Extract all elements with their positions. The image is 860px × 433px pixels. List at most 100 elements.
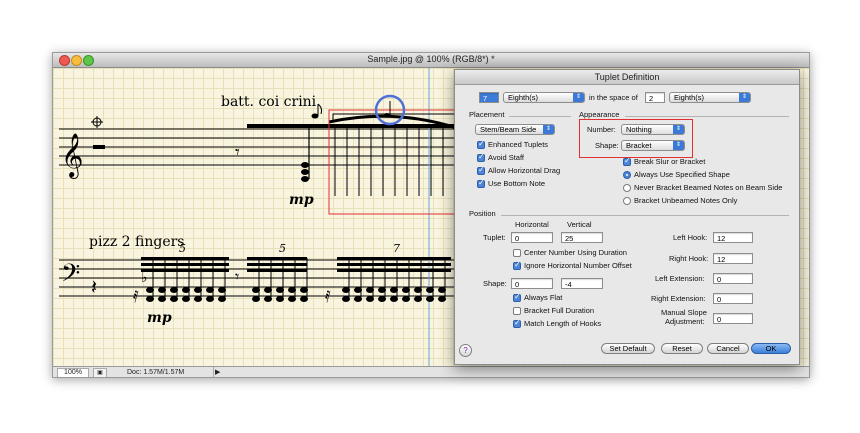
- shape-value: Bracket: [626, 141, 652, 150]
- popup-arrow-icon: ⇕: [573, 93, 584, 102]
- status-bar: 100% ▣ Doc: 1.57M/1.57M ▶: [53, 366, 809, 377]
- dialog-title: Tuplet Definition: [455, 70, 799, 85]
- preview-icon[interactable]: ▣: [93, 368, 107, 377]
- flat-icon: ♭: [141, 270, 148, 286]
- dynamic-mp-2: mp: [147, 310, 172, 326]
- tuplet-unit-value: Eighth(s): [508, 93, 539, 102]
- tuplet-vertical-field[interactable]: 25: [561, 232, 603, 243]
- tuplet-note: [384, 101, 391, 117]
- placement-value: Stem/Beam Side: [480, 125, 537, 134]
- treble-clef-icon: 𝄞: [61, 133, 83, 179]
- score-text-batt: batt. coi crini: [221, 94, 317, 110]
- shape-popup[interactable]: Bracket ⇕: [621, 140, 685, 151]
- status-separator: [213, 367, 214, 377]
- break-slur-checkbox[interactable]: [623, 156, 631, 166]
- match-length-label: Match Length of Hooks: [524, 319, 602, 328]
- status-menu-arrow-icon[interactable]: ▶: [215, 368, 220, 377]
- enhanced-tuplets-label: Enhanced Tuplets: [488, 140, 549, 149]
- vertical-heading: Vertical: [567, 220, 592, 229]
- bracket-full-label: Bracket Full Duration: [524, 306, 595, 315]
- always-use-label: Always Use Specified Shape: [634, 170, 730, 179]
- zoom-field[interactable]: 100%: [57, 368, 89, 377]
- dynamic-mp-1: mp: [289, 192, 314, 208]
- shape-vertical-field[interactable]: -4: [561, 278, 603, 289]
- tuplet-count-field[interactable]: 7: [479, 92, 499, 103]
- right-hook-field[interactable]: 12: [713, 253, 753, 264]
- bass-clef-icon: 𝄢: [61, 259, 80, 294]
- right-hook-label: Right Hook:: [669, 254, 709, 263]
- manual-slope-label-2: Adjustment:: [665, 317, 705, 326]
- placement-popup[interactable]: Stem/Beam Side ⇕: [475, 124, 555, 135]
- eighth-rest-icon: 𝄾: [235, 142, 240, 163]
- use-bottom-note-label: Use Bottom Note: [488, 179, 546, 188]
- placement-heading: Placement: [469, 110, 505, 119]
- shape-horizontal-field[interactable]: 0: [511, 278, 553, 289]
- bracket-unbeamed-label: Bracket Unbeamed Notes Only: [634, 196, 738, 205]
- space-label: in the space of: [589, 93, 638, 102]
- manual-slope-field[interactable]: 0: [713, 313, 753, 324]
- whole-rest: [93, 145, 105, 149]
- appearance-rule: [625, 116, 789, 117]
- match-length-checkbox[interactable]: [513, 318, 521, 328]
- ok-button[interactable]: OK: [751, 343, 791, 354]
- enhanced-tuplets-checkbox[interactable]: [477, 139, 485, 149]
- bracket-unbeamed-radio[interactable]: [623, 197, 631, 205]
- window-titlebar[interactable]: Sample.jpg @ 100% (RGB/8*) *: [53, 53, 809, 68]
- tuplet-number-5b: 5: [279, 242, 286, 255]
- avoid-staff-checkbox[interactable]: [477, 152, 485, 162]
- right-extension-field[interactable]: 0: [713, 293, 753, 304]
- sixteenth-rest-icon-2: 𝅀: [325, 287, 331, 306]
- popup-arrow-icon: ⇕: [673, 125, 684, 134]
- tuplet-definition-dialog: Tuplet Definition 7 Eighth(s) ⇕ in the sp…: [454, 69, 800, 365]
- score-text-pizz: pizz 2 fingers: [89, 234, 184, 250]
- avoid-staff-label: Avoid Staff: [488, 153, 524, 162]
- treble-staff: [59, 128, 461, 166]
- ignore-offset-checkbox[interactable]: [513, 260, 521, 270]
- popup-arrow-icon: ⇕: [739, 93, 750, 102]
- window-title: Sample.jpg @ 100% (RGB/8*) *: [367, 54, 495, 64]
- popup-arrow-icon: ⇕: [543, 125, 554, 134]
- allow-drag-checkbox[interactable]: [477, 165, 485, 175]
- never-bracket-radio[interactable]: [623, 184, 631, 192]
- reset-button[interactable]: Reset: [661, 343, 703, 354]
- chord: [301, 128, 310, 182]
- left-hook-field[interactable]: 12: [713, 232, 753, 243]
- crosshair-icon: [91, 116, 103, 128]
- number-label: Number:: [587, 125, 616, 134]
- always-flat-checkbox[interactable]: [513, 292, 521, 302]
- number-popup[interactable]: Nothing ⇕: [621, 124, 685, 135]
- space-count-field[interactable]: 2: [645, 92, 665, 103]
- music-score: 𝄞 𝄢 batt. coi crini pizz 2 fingers 𝄾 mp: [59, 68, 463, 366]
- set-default-button[interactable]: Set Default: [601, 343, 655, 354]
- left-extension-label: Left Extension:: [655, 274, 705, 283]
- tuplet-number-7: 7: [393, 242, 400, 255]
- break-slur-label: Break Slur or Bracket: [634, 157, 706, 166]
- popup-arrow-icon: ⇕: [673, 141, 684, 150]
- eighth-rest-icon-2: 𝄾: [235, 267, 239, 286]
- beam: [247, 124, 461, 128]
- allow-drag-label: Allow Horizontal Drag: [488, 166, 561, 175]
- center-number-label: Center Number Using Duration: [524, 248, 627, 257]
- tuplet-unit-popup[interactable]: Eighth(s) ⇕: [503, 92, 585, 103]
- never-bracket-label: Never Bracket Beamed Notes on Beam Side: [634, 183, 783, 192]
- tuplet-horizontal-field[interactable]: 0: [511, 232, 553, 243]
- quarter-rest-icon: 𝄽: [91, 275, 97, 299]
- right-extension-label: Right Extension:: [651, 294, 706, 303]
- always-flat-label: Always Flat: [524, 293, 563, 302]
- position-heading: Position: [469, 209, 496, 218]
- always-use-radio[interactable]: [623, 171, 631, 179]
- sixteenth-rest-icon-1: 𝅀: [133, 287, 139, 306]
- space-unit-popup[interactable]: Eighth(s) ⇕: [669, 92, 751, 103]
- space-unit-value: Eighth(s): [674, 93, 705, 102]
- position-rule: [501, 215, 789, 216]
- left-hook-label: Left Hook:: [673, 233, 708, 242]
- center-number-checkbox[interactable]: [513, 249, 521, 257]
- use-bottom-note-checkbox[interactable]: [477, 178, 485, 188]
- tuplet-pos-label: Tuplet:: [483, 233, 506, 242]
- number-value: Nothing: [626, 125, 652, 134]
- bracket-full-checkbox[interactable]: [513, 307, 521, 315]
- ignore-offset-label: Ignore Horizontal Number Offset: [524, 261, 632, 270]
- help-button[interactable]: ?: [459, 344, 472, 357]
- left-extension-field[interactable]: 0: [713, 273, 753, 284]
- cancel-button[interactable]: Cancel: [707, 343, 749, 354]
